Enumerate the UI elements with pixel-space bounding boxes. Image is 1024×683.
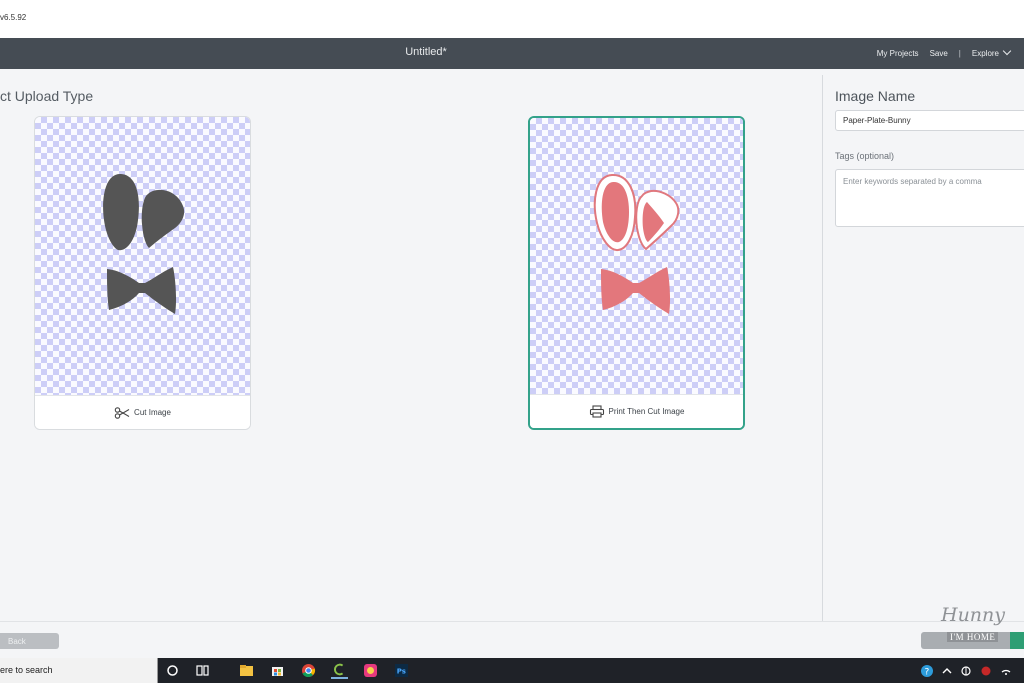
photos-app-icon[interactable] xyxy=(362,662,379,679)
chevron-down-icon xyxy=(1002,46,1012,56)
svg-text:?: ? xyxy=(925,668,930,678)
cortana-icon[interactable] xyxy=(164,662,181,679)
cut-image-label: Cut Image xyxy=(134,408,171,417)
main-panel: ct Upload Type Cut Image Print Then Cut … xyxy=(0,69,822,621)
image-details-panel: Image Name Tags (optional) xyxy=(823,69,1024,621)
nav-separator: | xyxy=(958,48,961,58)
scissors-icon xyxy=(114,406,130,419)
tags-label: Tags (optional) xyxy=(835,151,895,161)
my-projects-link[interactable]: My Projects xyxy=(877,49,919,58)
task-view-icon[interactable] xyxy=(194,662,211,679)
design-space-icon[interactable] xyxy=(331,662,348,679)
continue-button[interactable] xyxy=(1010,632,1024,649)
footer-bar: Back xyxy=(0,621,1024,658)
tags-input[interactable] xyxy=(835,169,1024,227)
network-icon[interactable] xyxy=(960,664,972,678)
explore-menu[interactable]: Explore xyxy=(971,46,1012,58)
taskbar-search-text: ere to search xyxy=(0,665,53,675)
image-name-input[interactable] xyxy=(835,110,1024,131)
watermark-logo: Hunny I'M HOME xyxy=(937,604,1009,656)
svg-text:Ps: Ps xyxy=(397,668,406,676)
cut-image-card[interactable]: Cut Image xyxy=(34,116,251,430)
photoshop-icon[interactable]: Ps xyxy=(393,662,410,679)
app-header: Untitled* My Projects Save | Explore xyxy=(0,38,1024,69)
windows-taskbar: ere to search Ps ? xyxy=(0,658,1024,683)
wifi-icon[interactable] xyxy=(1000,664,1012,678)
security-icon[interactable] xyxy=(980,664,992,678)
header-nav: My Projects Save | Explore xyxy=(877,46,1012,58)
version-text: v6.5.92 xyxy=(0,13,27,22)
bunny-cut-preview xyxy=(103,173,185,314)
explore-label: Explore xyxy=(971,49,999,58)
help-icon[interactable]: ? xyxy=(920,664,934,678)
watermark-script: Hunny xyxy=(941,604,1006,626)
back-button[interactable]: Back xyxy=(0,633,59,649)
cut-image-card-footer: Cut Image xyxy=(35,395,250,429)
image-name-heading: Image Name xyxy=(835,88,916,104)
document-title: Untitled* xyxy=(405,46,447,58)
file-explorer-icon[interactable] xyxy=(238,662,255,679)
store-icon[interactable] xyxy=(269,662,286,679)
section-title: ct Upload Type xyxy=(0,88,94,104)
chrome-icon[interactable] xyxy=(300,662,317,679)
chevron-up-icon[interactable] xyxy=(942,664,952,678)
system-tray: ? xyxy=(920,663,1012,679)
print-then-cut-label: Print Then Cut Image xyxy=(608,407,685,416)
window-titlebar: v6.5.92 xyxy=(0,0,1024,38)
save-link[interactable]: Save xyxy=(930,49,948,58)
print-then-cut-card-footer: Print Then Cut Image xyxy=(530,394,743,428)
bunny-print-preview xyxy=(593,173,680,314)
printer-icon xyxy=(589,405,604,418)
upload-screen: v6.5.92 Untitled* My Projects Save | Exp… xyxy=(0,0,1024,683)
watermark-subtext: I'M HOME xyxy=(947,632,999,642)
taskbar-search[interactable]: ere to search xyxy=(0,658,158,683)
print-then-cut-card[interactable]: Print Then Cut Image xyxy=(528,116,745,430)
